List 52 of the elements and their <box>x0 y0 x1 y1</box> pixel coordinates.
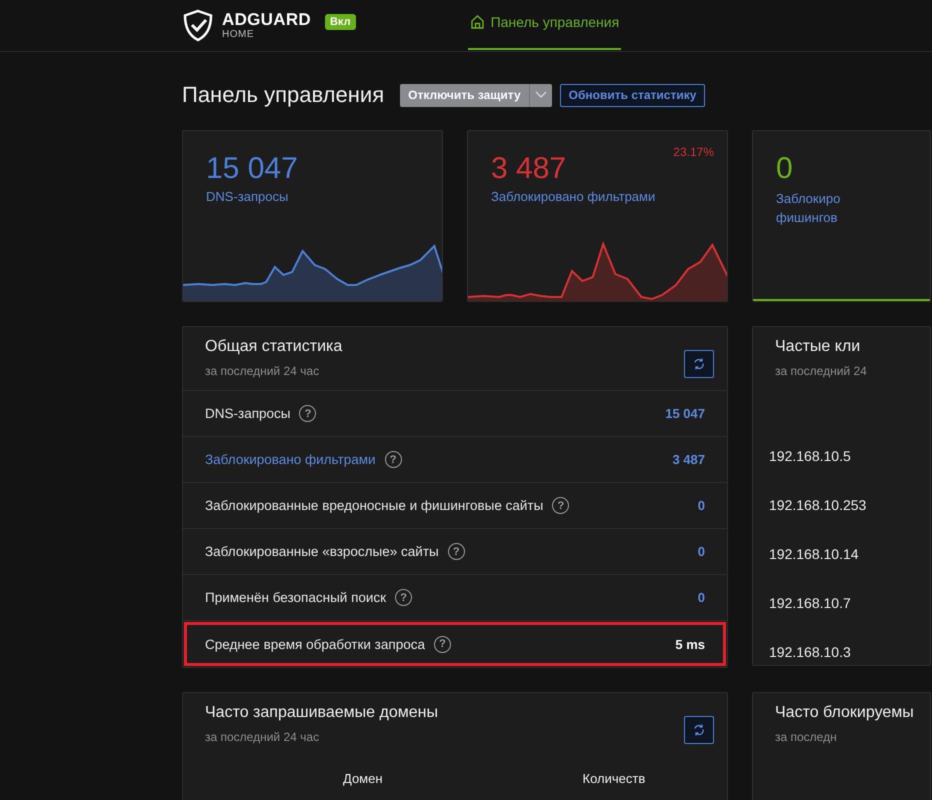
stat-label: DNS-запросы <box>205 406 290 421</box>
client-ip: 192.168.10.5 <box>768 446 852 466</box>
stat-value: 3 487 <box>491 153 566 185</box>
shield-check-icon <box>182 9 214 42</box>
disable-protection-button[interactable]: Отключить защиту <box>400 84 552 106</box>
stat-value: 15 047 <box>665 406 705 421</box>
client-ip: 192.168.10.7 <box>768 594 852 612</box>
home-icon <box>470 14 485 30</box>
card-subtitle: за последний 24 час <box>205 364 320 378</box>
status-badge: Вкл <box>324 14 356 30</box>
refresh-button[interactable] <box>684 716 714 744</box>
client-ip: 192.168.10.14 <box>768 544 860 564</box>
stat-label: Заблокированные «взрослые» сайты <box>205 544 439 559</box>
stat-label: Среднее время обработки запроса <box>205 636 425 652</box>
stat-link[interactable]: Заблокировано фильтрами <box>205 452 376 467</box>
card-title: Частые кли <box>775 338 862 356</box>
help-icon[interactable]: ? <box>384 451 402 468</box>
logo-name: ADGUARD <box>222 11 311 29</box>
stat-value: 5 ms <box>675 636 705 652</box>
stat-value: 0 <box>776 153 793 185</box>
stat-value: 0 <box>698 590 705 605</box>
help-icon[interactable]: ? <box>434 636 451 652</box>
stat-percent: 23.17% <box>673 145 714 159</box>
caret-icon <box>534 91 547 99</box>
card-subtitle: за последний 24 час <box>205 730 320 744</box>
stat-label: Применён безопасный поиск <box>205 590 386 605</box>
stat-label: DNS-запросы <box>205 188 290 204</box>
card-title: Общая статистика <box>205 338 342 356</box>
card-subtitle: за последн <box>775 730 838 744</box>
stat-label: Заблокировано фильтрами <box>490 188 656 204</box>
stat-value: 0 <box>698 498 705 513</box>
client-ip: 192.168.10.253 <box>768 496 868 514</box>
refresh-stats-button[interactable]: Обновить статистику <box>560 84 706 106</box>
help-icon[interactable]: ? <box>448 543 465 560</box>
card-subtitle: за последний 24 <box>775 364 867 378</box>
help-icon[interactable]: ? <box>395 589 412 606</box>
stat-label: Заблокированные вредоносные и фишинговые сайты <box>205 498 544 513</box>
card-title: Часто блокируемы <box>775 704 914 722</box>
stat-value: 0 <box>698 544 705 559</box>
nav-tab[interactable]: Панель управления <box>468 0 622 50</box>
client-ip: 192.168.10.3 <box>768 642 852 662</box>
stat-value: 15 047 <box>206 153 298 185</box>
column-header: Количеств <box>582 771 646 786</box>
stat-value: 3 487 <box>672 452 705 467</box>
logo-subtitle: HOME <box>222 29 255 40</box>
help-icon[interactable]: ? <box>299 405 316 422</box>
stat-label: Заблокиро фишингов <box>775 190 840 227</box>
refresh-button[interactable] <box>684 350 714 378</box>
column-header: Домен <box>343 771 383 786</box>
page-title: Панель управления <box>182 82 384 108</box>
card-title: Часто запрашиваемые домены <box>205 704 438 722</box>
help-icon[interactable]: ? <box>552 497 570 514</box>
